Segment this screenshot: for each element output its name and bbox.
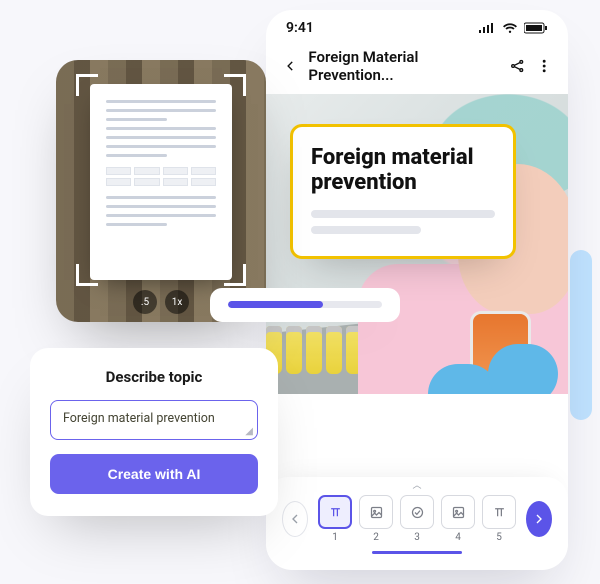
slide-thumb-1[interactable]: 1 xyxy=(318,495,352,543)
status-bar: 9:41 xyxy=(266,10,568,40)
describe-topic-heading: Describe topic xyxy=(50,368,258,386)
status-icons xyxy=(478,22,548,34)
zoom-level[interactable]: 1x xyxy=(165,290,189,314)
kebab-icon[interactable] xyxy=(536,57,552,75)
lesson-title: Foreign material prevention xyxy=(311,145,495,196)
text-icon xyxy=(328,505,343,520)
crop-corner[interactable] xyxy=(76,264,98,286)
generation-progress xyxy=(210,288,400,322)
slide-thumb-4[interactable]: 4 xyxy=(441,495,475,543)
create-with-ai-button[interactable]: Create with AI xyxy=(50,454,258,494)
home-indicator xyxy=(372,551,462,554)
slide-thumb-2[interactable]: 2 xyxy=(359,495,393,543)
share-icon[interactable] xyxy=(509,57,525,75)
crop-corner[interactable] xyxy=(76,74,98,96)
skeleton-line xyxy=(311,210,495,218)
topic-input[interactable]: Foreign material prevention ◢ xyxy=(50,400,258,440)
slide-thumbnails: 1 2 3 4 5 xyxy=(318,495,516,543)
check-icon xyxy=(410,505,425,520)
image-icon xyxy=(451,505,466,520)
slide-tray: ︿ 1 2 3 4 xyxy=(266,477,568,566)
describe-topic-card: Describe topic Foreign material preventi… xyxy=(30,348,278,516)
lesson-title-card: Foreign material prevention xyxy=(290,124,516,259)
wifi-icon xyxy=(502,22,518,34)
zoom-level[interactable]: .5 xyxy=(133,290,157,314)
hero-image: Foreign material prevention xyxy=(266,94,568,394)
image-icon xyxy=(369,505,384,520)
skeleton-line xyxy=(311,226,421,234)
back-icon[interactable] xyxy=(282,57,298,75)
crop-corner[interactable] xyxy=(224,264,246,286)
crop-corner[interactable] xyxy=(224,74,246,96)
battery-icon xyxy=(524,22,548,34)
resize-handle-icon[interactable]: ◢ xyxy=(245,426,253,437)
slide-thumb-3[interactable]: 3 xyxy=(400,495,434,543)
scanned-document xyxy=(90,84,232,280)
document-scanner-card: .5 1x xyxy=(56,60,266,322)
topic-input-value: Foreign material prevention xyxy=(63,411,215,426)
slide-thumb-5[interactable]: 5 xyxy=(482,495,516,543)
status-time: 9:41 xyxy=(286,20,314,36)
course-header: Foreign Material Prevention... xyxy=(266,40,568,94)
signal-icon xyxy=(478,22,496,34)
next-slide-button[interactable] xyxy=(526,501,552,537)
prev-slide-button[interactable] xyxy=(282,501,308,537)
accent-strip xyxy=(570,250,592,420)
text-icon xyxy=(492,505,507,520)
chevron-up-icon[interactable]: ︿ xyxy=(282,483,552,489)
progress-fill xyxy=(228,301,323,308)
course-title: Foreign Material Prevention... xyxy=(308,48,489,84)
